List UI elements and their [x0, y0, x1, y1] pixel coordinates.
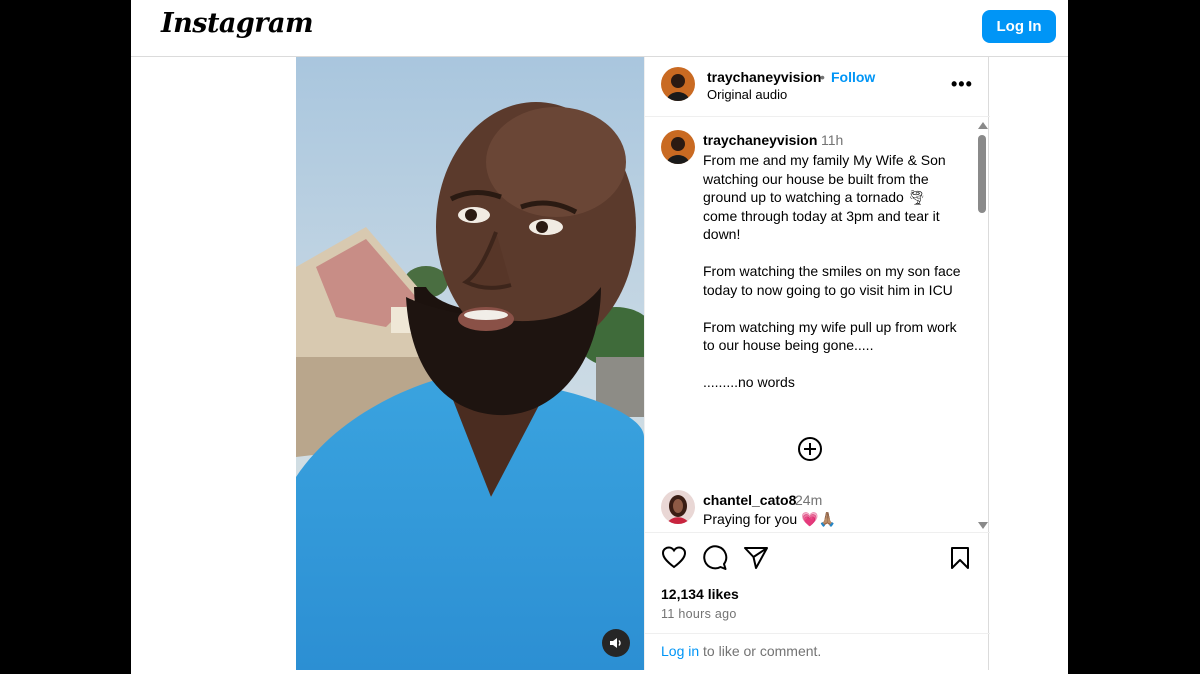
comments-scroll-area[interactable]: traychaneyvision 11h From me and my fami… — [645, 118, 990, 533]
avatar-image — [661, 130, 695, 164]
share-button[interactable] — [743, 545, 769, 571]
instagram-logo[interactable]: Instagram — [161, 8, 314, 39]
audio-label[interactable]: Original audio — [707, 87, 787, 102]
dot-separator: • — [820, 69, 825, 85]
heart-icon — [661, 546, 687, 569]
sound-toggle-button[interactable] — [602, 629, 630, 657]
plus-circle-icon — [798, 437, 822, 461]
post-header: traychaneyvision • Follow Original audio… — [645, 57, 990, 117]
follow-button[interactable]: Follow — [831, 69, 875, 85]
comment-text: Praying for you 💗🙏🏽 — [703, 511, 836, 527]
avatar[interactable] — [661, 67, 695, 101]
comment-username[interactable]: chantel_cato8 — [703, 492, 796, 508]
post-video[interactable] — [296, 57, 644, 670]
avatar-image — [661, 67, 695, 101]
action-bar: 12,134 likes 11 hours ago Log in to like… — [645, 533, 990, 670]
post-panel: traychaneyvision • Follow Original audio… — [644, 57, 990, 670]
scroll-up-arrow[interactable] — [978, 122, 988, 129]
login-prompt-text: to like or comment. — [699, 643, 822, 659]
scrollbar[interactable] — [975, 118, 989, 532]
scrollbar-thumb[interactable] — [978, 135, 986, 213]
load-more-comments-button[interactable] — [797, 436, 823, 462]
avatar[interactable] — [661, 130, 695, 164]
post-timestamp[interactable]: 11 hours ago — [661, 607, 737, 621]
caption-paragraph: From me and my family My Wife & Son watc… — [703, 152, 946, 242]
avatar[interactable] — [661, 490, 695, 524]
more-dots-icon[interactable]: ••• — [951, 74, 973, 95]
divider — [645, 633, 990, 634]
caption-text: From me and my family My Wife & Son watc… — [703, 151, 963, 410]
avatar-image — [661, 490, 695, 524]
caption-time[interactable]: 11h — [821, 132, 843, 148]
like-button[interactable] — [661, 545, 687, 571]
speaker-icon — [610, 638, 621, 648]
save-button[interactable] — [947, 545, 973, 571]
caption-paragraph: From watching my wife pull up from work … — [703, 318, 957, 354]
login-button[interactable]: Log In — [982, 10, 1056, 43]
top-bar: Instagram Log In — [131, 0, 1068, 57]
send-icon — [744, 547, 768, 569]
bookmark-icon — [951, 547, 969, 569]
comment-time[interactable]: 24m — [795, 492, 822, 508]
likes-count[interactable]: 12,134 likes — [661, 586, 739, 602]
scroll-down-arrow[interactable] — [978, 522, 988, 529]
instagram-page: Instagram Log In traychaneyvision • Foll… — [131, 0, 1068, 674]
comment-icon — [703, 545, 728, 570]
video-frame — [296, 57, 644, 670]
login-prompt: Log in to like or comment. — [661, 643, 821, 659]
comment-button[interactable] — [702, 545, 728, 571]
caption-username[interactable]: traychaneyvision — [703, 132, 817, 148]
caption-paragraph: .........no words — [703, 374, 795, 390]
author-username[interactable]: traychaneyvision — [707, 69, 821, 85]
login-link[interactable]: Log in — [661, 643, 699, 659]
caption-paragraph: From watching the smiles on my son face … — [703, 263, 961, 298]
